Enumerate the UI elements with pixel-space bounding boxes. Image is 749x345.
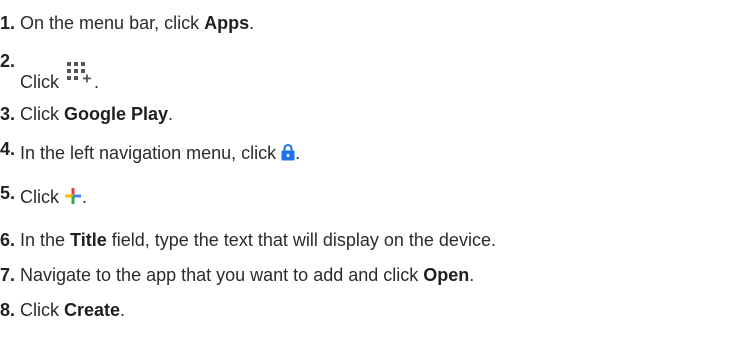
- open-term: Open: [423, 265, 470, 285]
- apps-term: Apps: [204, 13, 250, 33]
- step-text: Click .: [20, 187, 88, 207]
- google-play-term: Google Play: [64, 104, 169, 124]
- step-text: Click .: [20, 62, 99, 93]
- step-text: In the Title field, type the text that w…: [20, 230, 496, 250]
- step-number: 7.: [0, 265, 16, 285]
- step-text: In the left navigation menu, click .: [20, 143, 301, 163]
- instruction-steps: 1. On the menu bar, click Apps. 2. Click…: [0, 0, 749, 345]
- step-number: 6.: [0, 230, 16, 250]
- step-number: 5.: [0, 183, 16, 203]
- multicolor-plus-icon: [64, 187, 82, 205]
- step-number: 4.: [0, 139, 16, 159]
- apps-grid-add-icon: [64, 60, 94, 84]
- lock-icon: [281, 143, 295, 161]
- step-text: Click Google Play.: [20, 104, 174, 124]
- step-number: 3.: [0, 104, 16, 124]
- title-term: Title: [70, 230, 107, 250]
- step-text: Click Create.: [20, 300, 126, 320]
- step-text: On the menu bar, click Apps.: [20, 13, 255, 33]
- step-text: Navigate to the app that you want to add…: [20, 265, 475, 285]
- step-number: 2.: [0, 51, 16, 71]
- create-term: Create: [64, 300, 121, 320]
- step-number: 8.: [0, 300, 16, 320]
- step-number: 1.: [0, 13, 16, 33]
